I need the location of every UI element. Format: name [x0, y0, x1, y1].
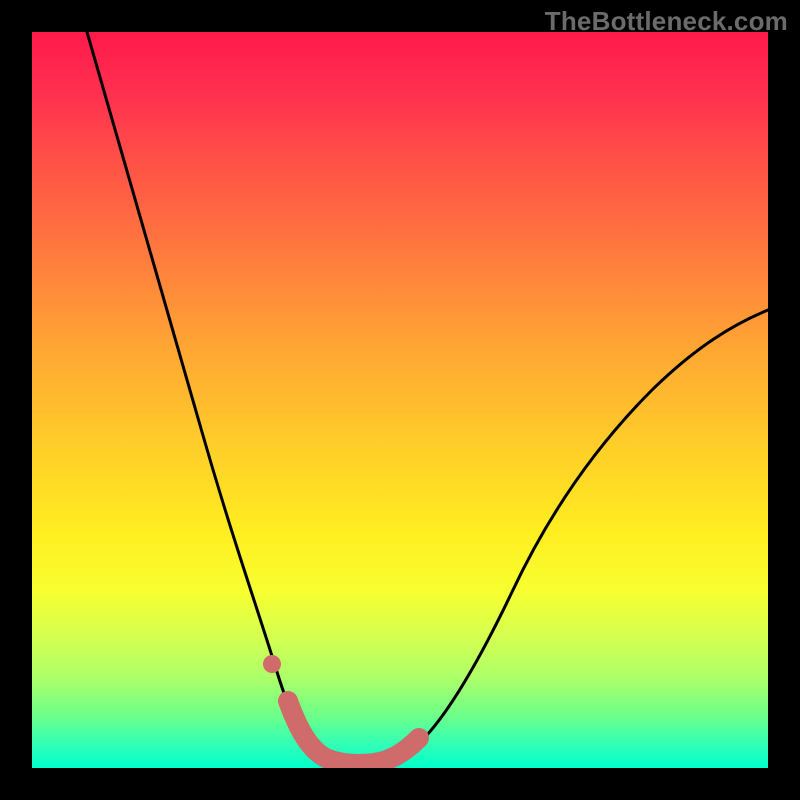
bottleneck-curve	[87, 32, 768, 764]
chart-frame: TheBottleneck.com	[0, 0, 800, 800]
marker-dot	[263, 655, 281, 673]
watermark-label: TheBottleneck.com	[545, 6, 788, 37]
plot-area	[32, 32, 768, 768]
curve-layer	[32, 32, 768, 768]
optimal-zone-band	[288, 701, 419, 764]
